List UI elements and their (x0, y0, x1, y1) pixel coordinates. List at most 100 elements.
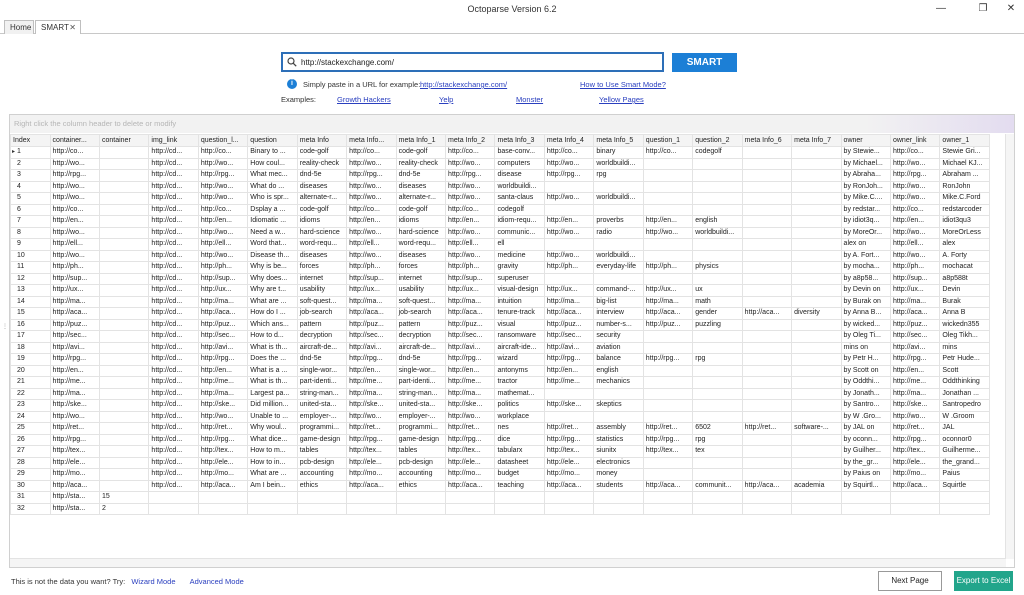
table-cell[interactable] (791, 341, 842, 354)
table-cell[interactable]: http://mo... (889, 468, 941, 481)
table-cell[interactable]: academia (791, 479, 842, 492)
table-cell[interactable]: Paius (939, 468, 990, 481)
table-cell[interactable] (791, 364, 842, 377)
table-cell[interactable]: Disease th... (247, 249, 298, 262)
table-cell[interactable]: dnd-5e (395, 353, 447, 366)
column-header[interactable]: question_2 (692, 134, 743, 147)
row-index-cell[interactable]: 15 (10, 307, 51, 320)
table-cell[interactable]: Scott (939, 364, 990, 377)
table-cell[interactable]: by Petr H... (840, 353, 891, 366)
table-cell[interactable]: http://aca... (445, 479, 496, 492)
table-cell[interactable]: http://aca... (346, 479, 397, 492)
table-cell[interactable]: Need a w... (247, 226, 298, 239)
table-cell[interactable]: alex (939, 238, 990, 251)
table-cell[interactable]: http://cd... (148, 295, 199, 308)
table-cell[interactable]: http://puz... (346, 318, 397, 331)
table-cell[interactable]: santa-claus (494, 192, 545, 205)
row-index-cell[interactable]: 14 (10, 295, 51, 308)
table-cell[interactable] (197, 502, 249, 515)
table-cell[interactable]: http://sec... (49, 330, 100, 343)
table-cell[interactable]: What do ... (247, 180, 298, 193)
table-cell[interactable]: Burak (939, 295, 990, 308)
table-cell[interactable]: http://ret... (197, 422, 249, 435)
table-cell[interactable]: http://wo... (445, 410, 496, 423)
table-cell[interactable]: http://rpg... (49, 433, 100, 446)
table-row[interactable]: 18 http://avi... http://cd... http://avi...… (10, 341, 990, 354)
table-cell[interactable]: Why woul... (247, 422, 298, 435)
table-row[interactable]: 3 http://rpg... http://cd... http://rpg... W… (10, 169, 990, 182)
table-cell[interactable]: http://ph... (543, 261, 595, 274)
row-index-cell[interactable]: 9 (10, 238, 51, 251)
table-cell[interactable] (791, 203, 842, 216)
table-cell[interactable] (593, 502, 644, 515)
table-cell[interactable]: http://tex... (543, 445, 595, 458)
table-cell[interactable]: 2 (98, 502, 150, 515)
table-cell[interactable] (247, 502, 298, 515)
table-cell[interactable] (98, 376, 150, 389)
table-cell[interactable]: security (593, 330, 644, 343)
table-cell[interactable]: Am I bein... (247, 479, 298, 492)
table-cell[interactable]: http://mo... (346, 468, 397, 481)
close-icon[interactable]: ✕ (69, 21, 76, 34)
table-cell[interactable]: http://ma... (445, 387, 496, 400)
table-cell[interactable]: internet (296, 272, 348, 285)
table-row[interactable]: 11 http://ph... http://cd... http://ph... Wh… (10, 261, 990, 274)
table-cell[interactable] (395, 502, 447, 515)
table-cell[interactable]: http://aca... (642, 307, 694, 320)
table-cell[interactable]: employer-... (395, 410, 447, 423)
table-cell[interactable]: by mocha... (840, 261, 891, 274)
table-cell[interactable]: interview (593, 307, 644, 320)
table-cell[interactable] (791, 192, 842, 205)
table-cell[interactable]: http://wo... (346, 249, 397, 262)
table-cell[interactable] (642, 387, 694, 400)
table-cell[interactable]: http://ma... (889, 295, 941, 308)
row-index-cell[interactable]: 27 (10, 445, 51, 458)
table-cell[interactable]: usability (395, 284, 447, 297)
table-cell[interactable]: communit... (692, 479, 743, 492)
table-cell[interactable]: http://wo... (543, 226, 595, 239)
table-cell[interactable] (791, 376, 842, 389)
table-row[interactable]: 4 http://wo... http://cd... http://wo... Wha… (10, 180, 990, 193)
table-cell[interactable]: http://wo... (445, 192, 496, 205)
table-cell[interactable]: http://ske... (445, 399, 496, 412)
table-cell[interactable]: Unable to ... (247, 410, 298, 423)
table-cell[interactable]: MoreOrLess (939, 226, 990, 239)
table-cell[interactable]: http://me... (49, 376, 100, 389)
table-cell[interactable]: http://ux... (197, 284, 249, 297)
table-cell[interactable]: http://ma... (346, 295, 397, 308)
table-cell[interactable]: by redstar... (840, 203, 891, 216)
table-cell[interactable]: http://ma... (197, 387, 249, 400)
row-index-cell[interactable]: 8 (10, 226, 51, 239)
table-cell[interactable]: alternate-r... (296, 192, 348, 205)
table-cell[interactable]: alex on (840, 238, 891, 251)
table-cell[interactable] (889, 502, 941, 515)
table-cell[interactable]: diseases (395, 180, 447, 193)
minimize-icon[interactable]: — (929, 0, 953, 18)
table-cell[interactable]: reality-check (395, 157, 447, 170)
table-cell[interactable]: http://ske... (197, 399, 249, 412)
table-cell[interactable]: http://cd... (148, 261, 199, 274)
table-cell[interactable] (247, 491, 298, 504)
table-row[interactable]: 7 http://en... http://cd... http://en... Idi… (10, 215, 990, 228)
table-cell[interactable]: math (692, 295, 743, 308)
column-header[interactable]: Index (10, 134, 51, 147)
table-cell[interactable]: http://rpg... (889, 169, 941, 182)
table-cell[interactable] (791, 468, 842, 481)
table-cell[interactable] (791, 433, 842, 446)
table-cell[interactable]: by Santro... (840, 399, 891, 412)
table-cell[interactable]: http://wo... (543, 249, 595, 262)
row-index-cell[interactable]: 26 (10, 433, 51, 446)
table-cell[interactable] (692, 272, 743, 285)
table-cell[interactable]: http://rpg... (543, 353, 595, 366)
table-cell[interactable]: http://cd... (148, 433, 199, 446)
table-cell[interactable] (741, 169, 793, 182)
table-cell[interactable]: What is th... (247, 376, 298, 389)
table-cell[interactable] (543, 387, 595, 400)
row-index-cell[interactable]: 11 (10, 261, 51, 274)
table-cell[interactable] (642, 456, 694, 469)
table-cell[interactable]: http://wo... (197, 226, 249, 239)
table-cell[interactable]: the_grand... (939, 456, 990, 469)
table-cell[interactable] (692, 341, 743, 354)
column-header[interactable]: question_l... (197, 134, 249, 147)
table-cell[interactable] (543, 491, 595, 504)
